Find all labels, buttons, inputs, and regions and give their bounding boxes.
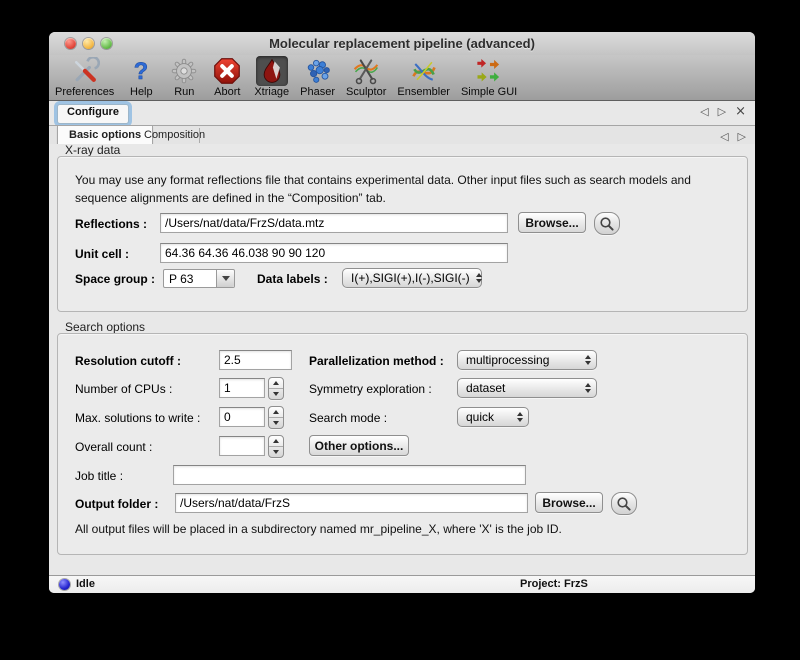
configure-row: Configure ◁ ▷ ×: [49, 102, 755, 125]
search-mode-popup[interactable]: quick: [457, 407, 529, 427]
data-labels-value: I(+),SIGI(+),I(-),SIGI(-): [351, 271, 470, 285]
job-title-label: Job title :: [75, 469, 123, 483]
search-mode-value: quick: [466, 410, 494, 424]
output-folder-label: Output folder :: [75, 497, 158, 511]
data-labels-popup[interactable]: I(+),SIGI(+),I(-),SIGI(-): [342, 268, 482, 288]
toolbar-label: Ensembler: [397, 86, 450, 98]
toolbar-label: Sculptor: [346, 86, 386, 98]
num-cpus-label: Number of CPUs :: [75, 382, 172, 396]
output-folder-search-icon[interactable]: [611, 492, 637, 515]
status-indicator-icon: [59, 579, 70, 590]
other-options-button[interactable]: Other options...: [309, 435, 409, 456]
tab-divider: [199, 128, 200, 143]
unit-cell-input[interactable]: [160, 243, 508, 263]
toolbar-label: Simple GUI: [461, 86, 517, 98]
resolution-cutoff-input[interactable]: [219, 350, 292, 370]
popup-arrows-icon: [476, 273, 482, 283]
parallelization-value: multiprocessing: [466, 353, 549, 367]
space-group-label: Space group :: [75, 272, 155, 286]
search-mode-label: Search mode :: [309, 411, 387, 425]
ribbon-tangle-icon: [408, 56, 440, 86]
space-group-combo[interactable]: P 63: [163, 269, 235, 288]
output-note: All output files will be placed in a sub…: [75, 522, 562, 536]
toolbar-item-sculptor[interactable]: Sculptor: [346, 56, 386, 98]
max-solutions-label: Max. solutions to write :: [75, 411, 200, 425]
tabs-nav-back-icon[interactable]: ◁: [720, 130, 728, 143]
unit-cell-label: Unit cell :: [75, 247, 129, 261]
toolbar: Preferences ? Help: [49, 55, 755, 101]
symmetry-label: Symmetry exploration :: [309, 382, 432, 396]
xray-group-label: X-ray data: [65, 143, 120, 157]
parallelization-label: Parallelization method :: [309, 354, 444, 368]
app-window: Molecular replacement pipeline (advanced…: [49, 32, 755, 593]
tab-composition[interactable]: Composition: [133, 126, 216, 144]
popup-arrows-icon: [517, 412, 523, 422]
job-title-input[interactable]: [173, 465, 526, 485]
chevron-down-icon[interactable]: [216, 270, 234, 287]
configure-tab[interactable]: Configure: [57, 104, 129, 124]
output-folder-input[interactable]: [175, 493, 528, 513]
reflections-label: Reflections :: [75, 217, 147, 231]
toolbar-label: Preferences: [55, 86, 114, 98]
resolution-cutoff-label: Resolution cutoff :: [75, 354, 181, 368]
status-bar: Idle Project: FrzS: [49, 575, 755, 593]
output-folder-browse-button[interactable]: Browse...: [535, 492, 603, 513]
toolbar-label: Phaser: [300, 86, 335, 98]
project-label: Project: FrzS: [520, 578, 588, 590]
stop-x-icon: [211, 56, 243, 86]
tab-strip: Basic options Composition ◁ ▷: [49, 125, 755, 145]
toolbar-item-preferences[interactable]: Preferences: [55, 56, 114, 98]
toolbar-label: Abort: [214, 86, 240, 98]
popup-arrows-icon: [585, 355, 591, 365]
toolbar-label: Xtriage: [254, 86, 289, 98]
toolbar-label: Help: [130, 86, 153, 98]
question-icon: ?: [125, 56, 157, 86]
max-solutions-input[interactable]: [219, 407, 265, 427]
overall-count-stepper[interactable]: [268, 435, 284, 458]
tools-icon: [69, 56, 101, 86]
tabs-nav-forward-icon[interactable]: ▷: [738, 130, 746, 143]
nav-back-icon[interactable]: ◁: [700, 105, 708, 118]
nav-forward-icon[interactable]: ▷: [718, 105, 726, 118]
scissors-icon: [350, 56, 382, 86]
toolbar-item-run[interactable]: Run: [168, 56, 200, 98]
toolbar-item-xtriage[interactable]: Xtriage: [254, 56, 289, 98]
overall-count-input[interactable]: [219, 436, 265, 456]
reflections-search-icon[interactable]: [594, 212, 620, 235]
close-tab-icon[interactable]: ×: [735, 106, 746, 117]
toolbar-item-simple-gui[interactable]: Simple GUI: [461, 56, 517, 98]
reflections-input[interactable]: [160, 213, 508, 233]
reflections-browse-button[interactable]: Browse...: [518, 212, 586, 233]
popup-arrows-icon: [585, 383, 591, 393]
search-group-label: Search options: [65, 320, 145, 334]
max-solutions-stepper[interactable]: [268, 406, 284, 429]
symmetry-popup[interactable]: dataset: [457, 378, 597, 398]
red-drop-icon: [256, 56, 288, 86]
toolbar-item-help[interactable]: ? Help: [125, 56, 157, 98]
space-group-value: P 63: [164, 270, 216, 287]
symmetry-value: dataset: [466, 381, 505, 395]
toolbar-item-ensembler[interactable]: Ensembler: [397, 56, 450, 98]
num-cpus-stepper[interactable]: [268, 377, 284, 400]
num-cpus-input[interactable]: [219, 378, 265, 398]
gear-icon: [168, 56, 200, 86]
toolbar-item-abort[interactable]: Abort: [211, 56, 243, 98]
overall-count-label: Overall count :: [75, 440, 152, 454]
parallelization-popup[interactable]: multiprocessing: [457, 350, 597, 370]
molecule-icon: [302, 56, 334, 86]
toolbar-label: Run: [174, 86, 194, 98]
toolbar-item-phaser[interactable]: Phaser: [300, 56, 335, 98]
window-title: Molecular replacement pipeline (advanced…: [49, 36, 755, 51]
xray-description: You may use any format reflections file …: [75, 171, 723, 207]
status-text: Idle: [76, 578, 95, 590]
data-labels-label: Data labels :: [257, 272, 328, 286]
svg-text:?: ?: [134, 59, 148, 85]
title-bar: Molecular replacement pipeline (advanced…: [49, 32, 755, 56]
arrows-grid-icon: [473, 56, 505, 86]
